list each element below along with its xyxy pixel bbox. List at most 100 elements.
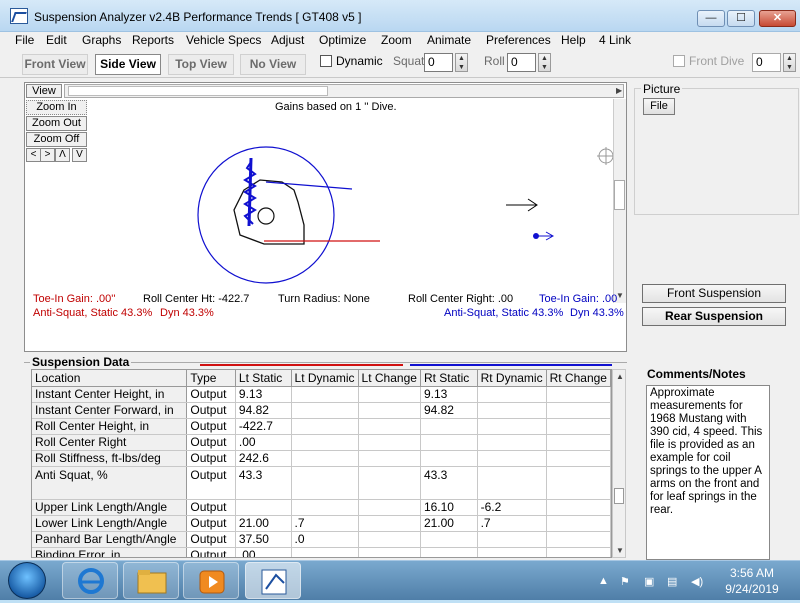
cell-lt-dynamic[interactable] <box>291 402 359 419</box>
cell-rt-change[interactable] <box>546 418 611 435</box>
cell-lt-dynamic[interactable]: .0 <box>291 531 359 548</box>
table-row[interactable]: Upper Link Length/Angle Output 16.10 -6.2 <box>32 499 611 516</box>
start-button[interactable] <box>8 562 46 599</box>
grid-vscroll-thumb[interactable] <box>614 488 624 504</box>
menu-graphs[interactable]: Graphs <box>82 33 121 47</box>
maximize-button[interactable]: ☐ <box>727 10 755 27</box>
tray-device-icon[interactable]: ▣ <box>644 575 654 588</box>
squat-input[interactable]: 0 <box>424 53 453 72</box>
roll-spinner[interactable]: ▲ ▼ <box>538 53 551 72</box>
cell-rt-dynamic[interactable] <box>477 531 547 548</box>
cell-lt-change[interactable] <box>358 466 421 500</box>
front-dive-spinner[interactable]: ▲ ▼ <box>783 53 796 72</box>
taskbar-clock[interactable]: 3:56 AM 9/24/2019 <box>722 565 782 597</box>
cell-lt-change[interactable] <box>358 386 421 403</box>
table-row[interactable]: Roll Center Right Output .00 <box>32 434 611 451</box>
cell-lt-change[interactable] <box>358 515 421 532</box>
grid-vertical-scrollbar[interactable] <box>612 369 626 558</box>
tray-flag-icon[interactable]: ⚑ <box>620 575 630 588</box>
tab-no-view[interactable]: No View <box>240 54 306 75</box>
col-type[interactable]: Type <box>186 370 236 387</box>
taskbar-ie-icon[interactable] <box>62 562 118 599</box>
pan-up-button[interactable]: Λ <box>55 148 70 162</box>
col-location[interactable]: Location <box>32 370 188 387</box>
cell-rt-dynamic[interactable] <box>477 547 547 557</box>
zoom-out-button[interactable]: Zoom Out <box>26 116 87 131</box>
cell-lt-static[interactable]: 37.50 <box>235 531 292 548</box>
cell-lt-static[interactable]: 242.6 <box>235 450 292 467</box>
col-lt-dynamic[interactable]: Lt Dynamic <box>291 370 359 387</box>
taskbar-explorer-icon[interactable] <box>123 562 179 599</box>
pan-right-button[interactable]: > <box>40 148 55 162</box>
table-row[interactable]: Binding Error, in Output .00 <box>32 547 611 557</box>
cell-rt-change[interactable] <box>546 547 611 557</box>
cell-lt-dynamic[interactable] <box>291 499 359 516</box>
cell-lt-change[interactable] <box>358 531 421 548</box>
cell-rt-dynamic[interactable] <box>477 386 547 403</box>
tray-expand-icon[interactable]: ▲ <box>598 575 609 587</box>
cell-lt-dynamic[interactable] <box>291 418 359 435</box>
picture-file-button[interactable]: File <box>643 98 675 115</box>
cell-rt-dynamic[interactable] <box>477 402 547 419</box>
cell-rt-static[interactable]: 43.3 <box>420 466 478 500</box>
grid-scroll-down-icon[interactable]: ▼ <box>616 546 624 555</box>
cell-lt-change[interactable] <box>358 418 421 435</box>
cell-rt-static[interactable]: 16.10 <box>420 499 478 516</box>
cell-rt-dynamic[interactable]: .7 <box>477 515 547 532</box>
cell-lt-change[interactable] <box>358 434 421 451</box>
cell-lt-static[interactable]: 21.00 <box>235 515 292 532</box>
cell-lt-static[interactable]: -422.7 <box>235 418 292 435</box>
cell-rt-change[interactable] <box>546 531 611 548</box>
menu-file[interactable]: File <box>15 33 34 47</box>
menu-reports[interactable]: Reports <box>132 33 174 47</box>
menu-optimize[interactable]: Optimize <box>319 33 366 47</box>
cell-rt-static[interactable]: 9.13 <box>420 386 478 403</box>
cell-rt-change[interactable] <box>546 386 611 403</box>
col-rt-static[interactable]: Rt Static <box>420 370 478 387</box>
cell-rt-change[interactable] <box>546 434 611 451</box>
graph-vscroll-thumb[interactable] <box>614 180 625 210</box>
zoom-off-button[interactable]: Zoom Off <box>26 132 87 147</box>
taskbar-suspension-analyzer-icon[interactable] <box>245 562 301 599</box>
col-rt-change[interactable]: Rt Change <box>546 370 611 387</box>
close-button[interactable]: ✕ <box>759 10 796 27</box>
cell-rt-static[interactable] <box>420 418 478 435</box>
cell-lt-static[interactable]: 43.3 <box>235 466 292 500</box>
scroll-right-icon[interactable]: ▶ <box>616 86 622 95</box>
zoom-in-button[interactable]: Zoom In <box>26 100 87 115</box>
cell-rt-dynamic[interactable] <box>477 450 547 467</box>
roll-input[interactable]: 0 <box>507 53 536 72</box>
menu-zoom[interactable]: Zoom <box>381 33 412 47</box>
tab-top-view[interactable]: Top View <box>168 54 234 75</box>
col-lt-static[interactable]: Lt Static <box>235 370 292 387</box>
cell-rt-static[interactable]: 94.82 <box>420 402 478 419</box>
grid-scroll-up-icon[interactable]: ▲ <box>616 372 624 381</box>
cell-rt-change[interactable] <box>546 499 611 516</box>
tab-front-view[interactable]: Front View <box>22 54 88 75</box>
cell-lt-dynamic[interactable] <box>291 466 359 500</box>
menu-adjust[interactable]: Adjust <box>271 33 304 47</box>
cell-rt-change[interactable] <box>546 466 611 500</box>
cell-rt-static[interactable] <box>420 450 478 467</box>
table-row[interactable]: Roll Stiffness, ft-lbs/deg Output 242.6 <box>32 450 611 467</box>
cell-lt-dynamic[interactable]: .7 <box>291 515 359 532</box>
cell-rt-static[interactable]: 21.00 <box>420 515 478 532</box>
table-row[interactable]: Anti Squat, % Output 43.3 43.3 <box>32 466 611 500</box>
cell-lt-change[interactable] <box>358 402 421 419</box>
cell-rt-static[interactable] <box>420 434 478 451</box>
table-row[interactable]: Instant Center Height, in Output 9.13 9.13 <box>32 386 611 403</box>
table-row[interactable]: Lower Link Length/Angle Output 21.00.7 21.0… <box>32 515 611 532</box>
pan-down-button[interactable]: V <box>72 148 87 162</box>
taskbar-media-player-icon[interactable] <box>183 562 239 599</box>
view-button[interactable]: View <box>26 84 62 98</box>
menu-4-link[interactable]: 4 Link <box>599 33 631 47</box>
cell-lt-static[interactable]: 9.13 <box>235 386 292 403</box>
tab-side-view[interactable]: Side View <box>95 54 161 75</box>
front-suspension-button[interactable]: Front Suspension <box>642 284 786 303</box>
minimize-button[interactable]: — <box>697 10 725 27</box>
col-lt-change[interactable]: Lt Change <box>358 370 421 387</box>
graph-scroll-thumb[interactable] <box>68 86 328 96</box>
col-rt-dynamic[interactable]: Rt Dynamic <box>477 370 547 387</box>
front-dive-checkbox[interactable] <box>673 55 685 67</box>
squat-spinner[interactable]: ▲ ▼ <box>455 53 468 72</box>
